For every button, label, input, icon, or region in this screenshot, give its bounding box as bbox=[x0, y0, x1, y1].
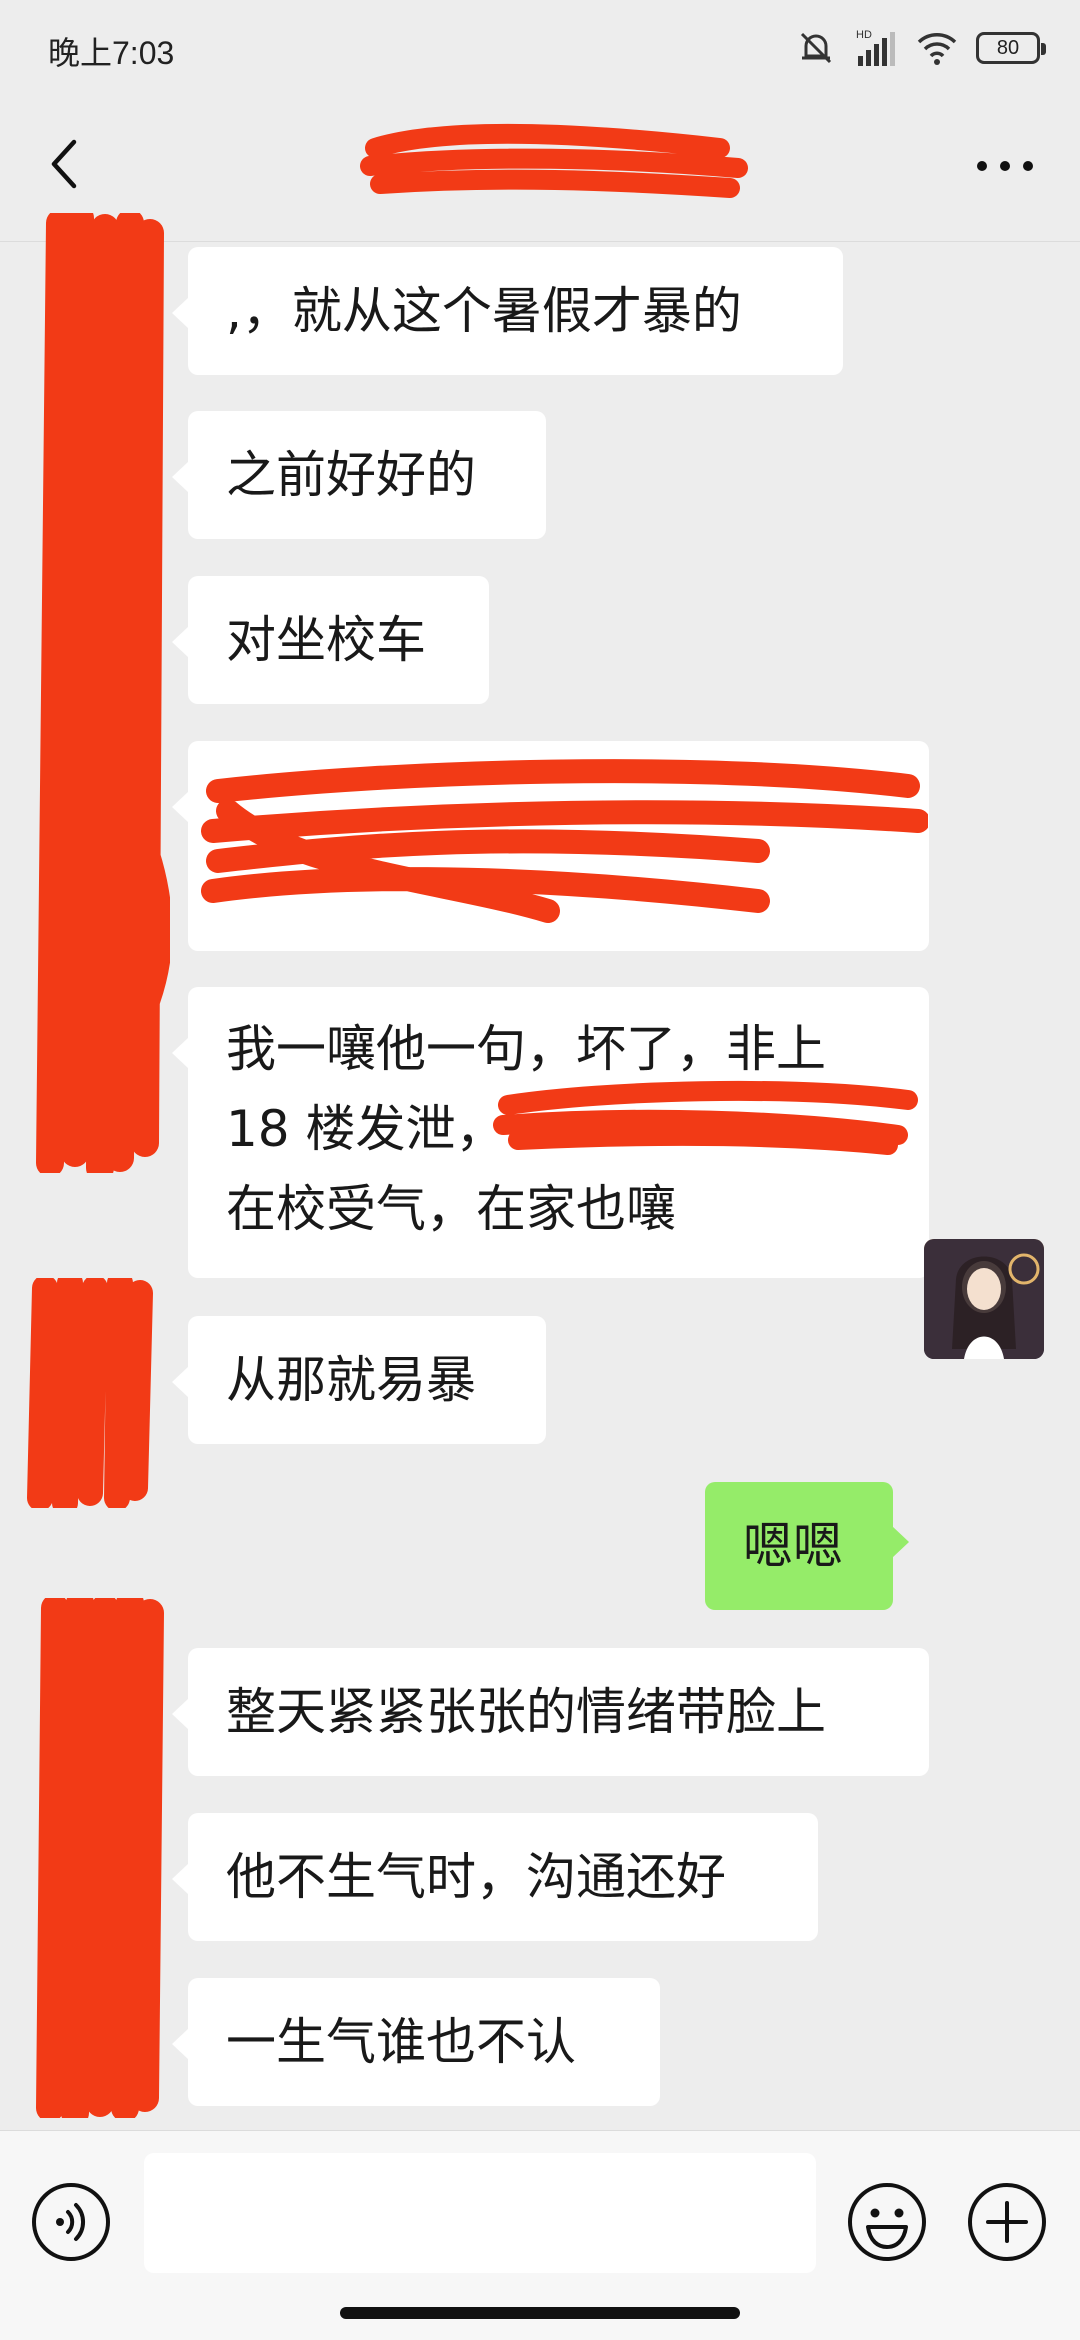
wifi-icon bbox=[917, 33, 957, 65]
avatar-redaction bbox=[36, 1598, 164, 2118]
status-time: 晚上7:03 bbox=[48, 35, 175, 71]
message-redaction bbox=[493, 1080, 918, 1155]
message-text: 嗯嗯 bbox=[743, 1517, 843, 1575]
message-bubble[interactable]: 我一嚷他一句，坏了，非上 18 楼发泄， 在校受气，在家也嚷 bbox=[172, 987, 929, 1278]
message-bubble[interactable]: 之前好好的 bbox=[172, 411, 546, 539]
more-dots-icon[interactable] bbox=[970, 136, 1040, 196]
emoji-icon[interactable] bbox=[846, 2181, 928, 2263]
status-icons: HD 80 bbox=[796, 26, 1046, 70]
message-input[interactable] bbox=[144, 2153, 816, 2273]
message-bubble[interactable]: ,，就从这个暑假才暴的 bbox=[172, 247, 843, 375]
message-text: 对坐校车 bbox=[226, 611, 426, 669]
message-bubble[interactable]: 一生气谁也不认 bbox=[172, 1978, 660, 2106]
message-bubble-redacted[interactable] bbox=[172, 741, 929, 951]
chat-title-redaction bbox=[360, 123, 748, 198]
plus-icon[interactable] bbox=[966, 2181, 1048, 2263]
avatar[interactable] bbox=[924, 1239, 1044, 1359]
message-bubble[interactable]: 对坐校车 bbox=[172, 576, 489, 704]
message-bubble[interactable]: 他不生气时，沟通还好 bbox=[172, 1813, 818, 1941]
avatar-redaction bbox=[27, 1278, 153, 1508]
voice-icon[interactable] bbox=[30, 2181, 112, 2263]
battery-indicator: 80 bbox=[976, 32, 1046, 64]
message-redaction bbox=[201, 759, 928, 923]
mute-bell-icon bbox=[800, 32, 832, 64]
network-label: HD bbox=[856, 29, 872, 41]
avatar-illustration bbox=[924, 1239, 1044, 1359]
message-text-line: 在校受气，在家也嚷 bbox=[226, 1180, 676, 1238]
message-bubble[interactable]: 从那就易暴 bbox=[172, 1316, 546, 1444]
message-text: 从那就易暴 bbox=[226, 1351, 476, 1409]
status-bar: 晚上7:03 HD 80 bbox=[0, 0, 1080, 96]
message-list[interactable]: ,，就从这个暑假才暴的 之前好好的 对坐校车 我一嚷他一句，坏了，非上 18 楼… bbox=[0, 213, 1080, 2130]
home-indicator[interactable] bbox=[340, 2307, 740, 2319]
message-bubble-sent[interactable]: 嗯嗯 bbox=[705, 1482, 909, 1610]
signal-icon: HD bbox=[856, 29, 895, 66]
avatar-redaction bbox=[36, 213, 170, 1173]
message-text: 一生气谁也不认 bbox=[226, 2013, 576, 2071]
message-bubble[interactable]: 整天紧紧张张的情绪带脸上 bbox=[172, 1648, 929, 1776]
chevron-left-icon[interactable] bbox=[36, 134, 96, 194]
message-text: 之前好好的 bbox=[226, 446, 476, 504]
message-text: ,，就从这个暑假才暴的 bbox=[226, 282, 742, 340]
message-text: 他不生气时，沟通还好 bbox=[226, 1848, 726, 1906]
message-text: 整天紧紧张张的情绪带脸上 bbox=[226, 1683, 826, 1741]
